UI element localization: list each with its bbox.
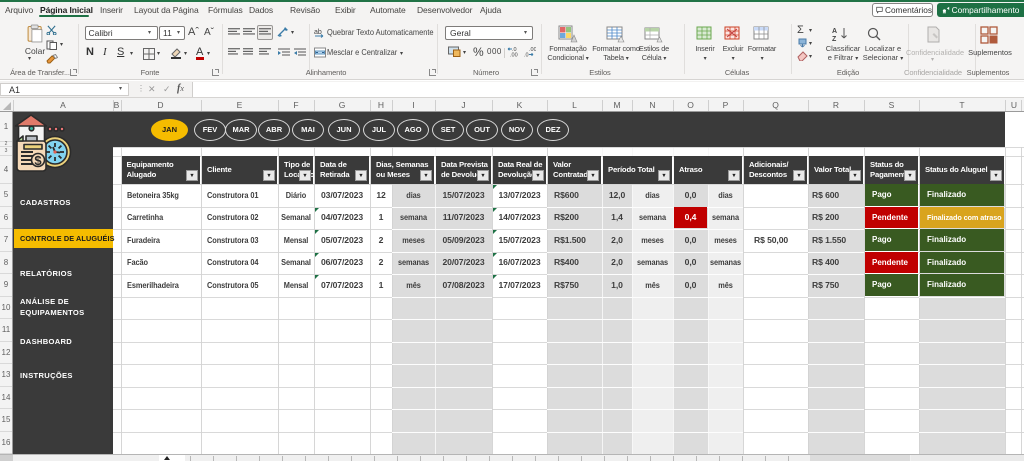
svg-text:$: $ bbox=[34, 153, 42, 168]
svg-text:Z: Z bbox=[832, 36, 837, 42]
svg-text:A: A bbox=[832, 28, 837, 35]
svg-text:.0: .0 bbox=[524, 53, 529, 58]
svg-text:.00: .00 bbox=[510, 53, 518, 58]
svg-text:.00: .00 bbox=[529, 47, 536, 53]
svg-text:ab: ab bbox=[314, 29, 322, 36]
